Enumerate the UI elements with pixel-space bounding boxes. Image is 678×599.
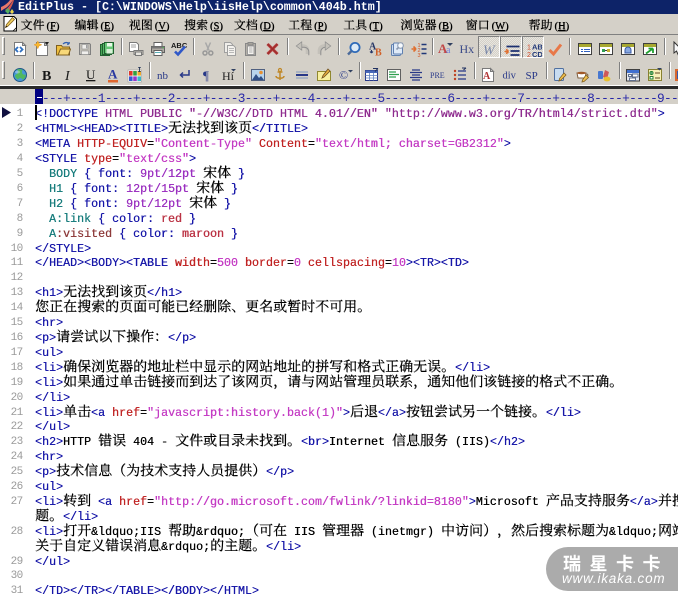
svg-text:W: W — [483, 44, 496, 59]
svg-text:SP: SP — [526, 70, 538, 82]
svg-text:1: 1 — [527, 45, 531, 52]
svg-text:I: I — [64, 69, 71, 83]
svg-text:PRE: PRE — [430, 71, 445, 80]
svg-text:div: div — [503, 71, 517, 82]
svg-text:nb: nb — [157, 70, 169, 82]
svg-text:A: A — [483, 71, 491, 82]
svg-text:©: © — [339, 68, 348, 82]
svg-text:2: 2 — [527, 52, 531, 58]
svg-text:3: 3 — [417, 53, 420, 57]
svg-text:A: A — [108, 67, 118, 82]
svg-text:B: B — [42, 69, 51, 83]
svg-text:B: B — [375, 48, 382, 58]
svg-text:¶: ¶ — [203, 68, 209, 83]
svg-text:a: a — [446, 45, 451, 56]
svg-text:CD: CD — [532, 50, 542, 58]
svg-text:Hx: Hx — [460, 42, 475, 56]
svg-text:Hí: Hí — [222, 69, 235, 83]
svg-text:U: U — [86, 67, 96, 82]
